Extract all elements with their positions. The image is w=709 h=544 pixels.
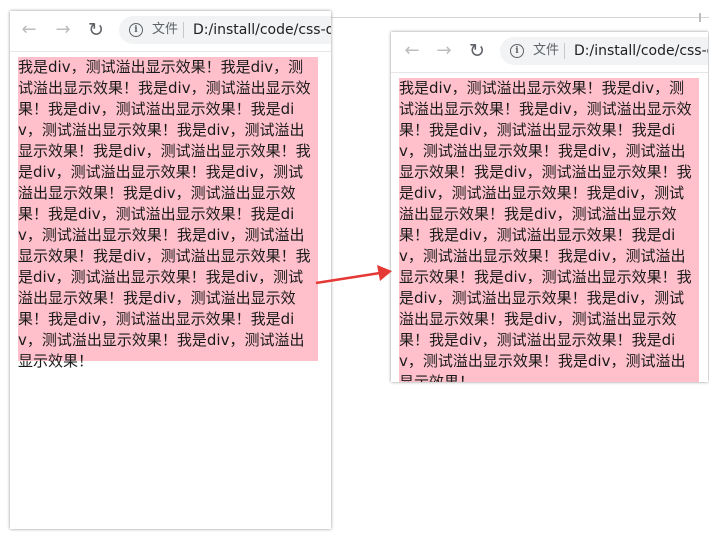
- forward-arrow-icon[interactable]: →: [52, 19, 74, 41]
- browser-toolbar: ← → ↻ i 文件 D:/install/code/css-demo: [391, 32, 708, 73]
- scheme-label: 文件: [152, 22, 179, 37]
- url-text[interactable]: D:/install/code/css-demo: [574, 42, 708, 60]
- info-icon[interactable]: i: [510, 44, 524, 58]
- url-text[interactable]: D:/install/code/css-demo: [193, 21, 331, 39]
- browser-window-overflow-hidden: ← → ↻ i 文件 D:/install/code/css-demo 我是di…: [391, 32, 708, 382]
- scrollbar-marker: [699, 13, 701, 22]
- arrow-head: [377, 265, 392, 281]
- reload-icon[interactable]: ↻: [85, 19, 107, 41]
- overflow-div: 我是div，测试溢出显示效果！我是div，测试溢出显示效果！我是div，测试溢出…: [18, 57, 318, 370]
- browser-window-overflow-visible: ← → ↻ i 文件 D:/install/code/css-demo 我是di…: [10, 11, 331, 529]
- overflow-div: 我是div，测试溢出显示效果！我是div，测试溢出显示效果！我是div，测试溢出…: [399, 78, 699, 382]
- reload-icon[interactable]: ↻: [466, 40, 488, 62]
- address-bar[interactable]: i 文件 D:/install/code/css-demo: [119, 16, 331, 44]
- back-arrow-icon[interactable]: ←: [18, 19, 40, 41]
- address-separator: [183, 22, 184, 38]
- address-bar[interactable]: i 文件 D:/install/code/css-demo: [500, 37, 708, 65]
- forward-arrow-icon[interactable]: →: [433, 40, 455, 62]
- back-arrow-icon[interactable]: ←: [401, 40, 423, 62]
- page-viewport: 我是div，测试溢出显示效果！我是div，测试溢出显示效果！我是div，测试溢出…: [391, 73, 708, 382]
- info-icon[interactable]: i: [129, 23, 143, 37]
- page-viewport: 我是div，测试溢出显示效果！我是div，测试溢出显示效果！我是div，测试溢出…: [10, 52, 331, 529]
- browser-toolbar: ← → ↻ i 文件 D:/install/code/css-demo: [10, 11, 331, 52]
- scheme-label: 文件: [533, 43, 560, 58]
- background-rule: [331, 13, 709, 22]
- address-separator: [564, 43, 565, 59]
